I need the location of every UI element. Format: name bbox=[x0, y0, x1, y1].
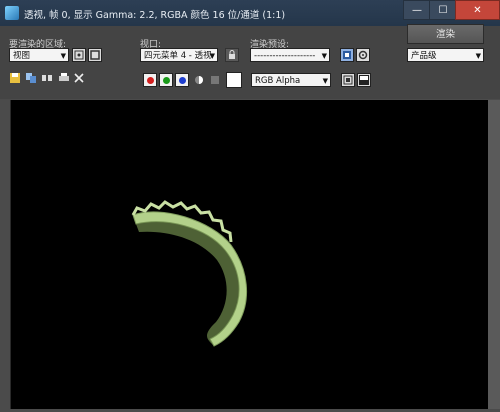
viewport-scroll-strip[interactable] bbox=[488, 100, 500, 409]
clear-button[interactable] bbox=[73, 72, 85, 84]
half-circle-icon bbox=[195, 76, 203, 84]
viewport-value: 四元菜单 4 - 透视 bbox=[144, 51, 212, 61]
crop-icon bbox=[90, 50, 100, 60]
red-channel-icon bbox=[147, 77, 154, 84]
settings-icon bbox=[358, 50, 368, 60]
lock-icon bbox=[229, 50, 235, 59]
close-button[interactable]: ✕ bbox=[455, 0, 500, 20]
clone-icon bbox=[42, 75, 52, 81]
green-channel-icon bbox=[163, 77, 170, 84]
preset-icon bbox=[343, 51, 351, 59]
minimize-button[interactable]: — bbox=[403, 0, 431, 20]
region-icon bbox=[74, 50, 84, 60]
copy-button[interactable] bbox=[25, 72, 37, 84]
viewport-dropdown[interactable]: 四元菜单 4 - 透视 ▼ bbox=[140, 48, 218, 62]
chevron-down-icon: ▼ bbox=[322, 77, 328, 85]
title-bar: 透视, 帧 0, 显示 Gamma: 2.2, RGBA 颜色 16 位/通道 … bbox=[0, 0, 500, 26]
preset-value: -------------------- bbox=[254, 51, 316, 61]
maximize-button[interactable]: ☐ bbox=[429, 0, 457, 20]
blue-channel-icon bbox=[179, 77, 186, 84]
chevron-down-icon: ▼ bbox=[60, 52, 66, 60]
preset-settings-button[interactable] bbox=[340, 48, 354, 62]
channel-value: RGB Alpha bbox=[255, 76, 301, 86]
quality-dropdown[interactable]: 产品级 ▼ bbox=[407, 48, 484, 62]
window-title: 透视, 帧 0, 显示 Gamma: 2.2, RGBA 颜色 16 位/通道 … bbox=[24, 10, 286, 21]
channel-dropdown[interactable]: RGB Alpha ▼ bbox=[251, 73, 331, 87]
save-icon bbox=[10, 73, 20, 83]
chevron-down-icon: ▼ bbox=[209, 52, 215, 60]
preset-dropdown[interactable]: -------------------- ▼ bbox=[250, 48, 330, 62]
save-button[interactable] bbox=[9, 72, 21, 84]
render-viewport bbox=[10, 100, 489, 409]
blue-channel-button[interactable] bbox=[175, 73, 189, 87]
render-button[interactable]: 渲染 bbox=[407, 24, 484, 44]
quality-value: 产品级 bbox=[411, 51, 437, 61]
red-channel-button[interactable] bbox=[143, 73, 157, 87]
green-channel-button[interactable] bbox=[159, 73, 173, 87]
area-dropdown[interactable]: 视图 ▼ bbox=[9, 48, 69, 62]
color-swatch[interactable] bbox=[226, 72, 242, 88]
print-icon bbox=[59, 73, 69, 81]
mono-icon bbox=[211, 76, 219, 84]
clone-button[interactable] bbox=[41, 72, 53, 84]
edit-region-button[interactable] bbox=[72, 48, 86, 62]
rendered-object bbox=[131, 200, 248, 347]
mono-button[interactable] bbox=[209, 74, 221, 86]
area-value: 视图 bbox=[13, 51, 31, 61]
display-icon bbox=[343, 75, 353, 85]
app-icon bbox=[5, 6, 19, 20]
toggle-icon bbox=[359, 75, 369, 85]
auto-region-button[interactable] bbox=[88, 48, 102, 62]
frame-toggle-button[interactable] bbox=[357, 73, 371, 87]
chevron-down-icon: ▼ bbox=[321, 52, 327, 60]
lock-button[interactable] bbox=[225, 48, 239, 62]
display-toggle-button[interactable] bbox=[341, 73, 355, 87]
chevron-down-icon: ▼ bbox=[475, 52, 481, 60]
alpha-toggle-button[interactable] bbox=[193, 74, 205, 86]
print-button[interactable] bbox=[58, 72, 70, 84]
clear-icon bbox=[74, 73, 84, 83]
environment-button[interactable] bbox=[356, 48, 370, 62]
copy-icon bbox=[26, 73, 36, 83]
